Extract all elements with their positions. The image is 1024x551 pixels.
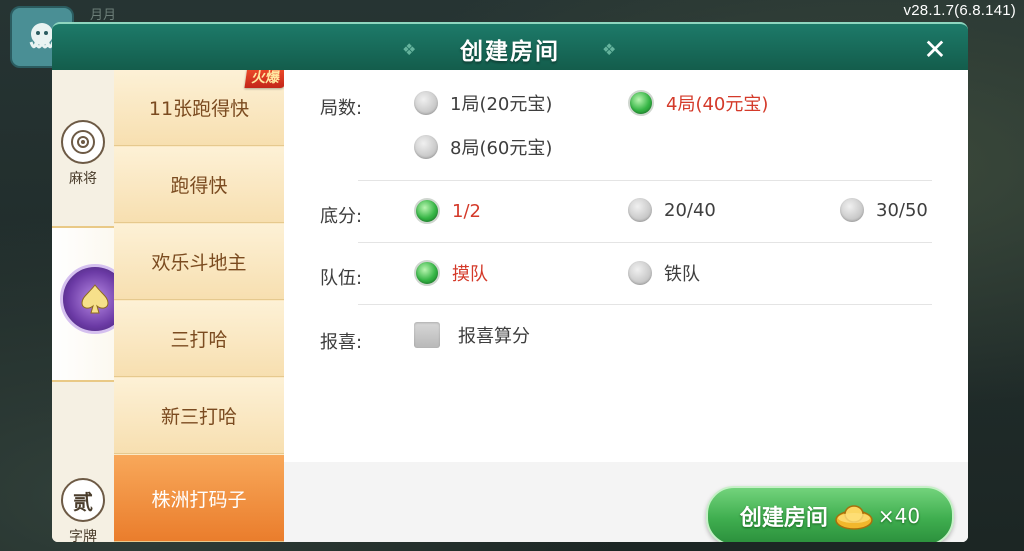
option-label: 1/2 — [452, 200, 481, 222]
dialog-body: 麻将 贰 字牌 11张跑得快 火爆 跑得快 欢乐斗地主 三打哈 新三打哈 株洲打… — [52, 70, 968, 542]
game-item-paodekuai[interactable]: 跑得快 — [114, 147, 284, 223]
base-score-label: 底分: — [320, 206, 363, 227]
dialog-title: 创建房间 — [460, 39, 560, 65]
create-room-label: 创建房间 — [739, 506, 828, 531]
option-label: 摸队 — [452, 264, 488, 285]
base-score-option-20-40[interactable]: 20/40 — [628, 198, 716, 222]
option-label: 20/40 — [664, 199, 716, 221]
gold-ingot-icon — [835, 505, 873, 530]
option-label: 铁队 — [664, 264, 700, 285]
base-score-option-1-2[interactable]: 1/2 — [414, 198, 481, 224]
base-score-option-30-50[interactable]: 30/50 — [840, 198, 928, 222]
team-option-tiedui[interactable]: 铁队 — [628, 260, 700, 286]
game-label: 跑得快 — [170, 175, 228, 197]
version-label: v28.1.7(6.8.141) — [903, 2, 1016, 19]
option-label: 4局(40元宝) — [666, 94, 769, 115]
game-item-11-paodekuai[interactable]: 11张跑得快 火爆 — [114, 70, 288, 146]
game-label: 欢乐斗地主 — [151, 252, 247, 274]
radio-icon — [628, 261, 652, 285]
game-label: 株洲打码子 — [151, 488, 247, 511]
category-sidebar: 麻将 贰 字牌 — [52, 70, 144, 542]
team-label: 队伍: — [320, 268, 363, 289]
game-list: 11张跑得快 火爆 跑得快 欢乐斗地主 三打哈 新三打哈 株洲打码子 — [114, 70, 288, 542]
divider — [358, 180, 932, 181]
radio-selected-icon — [414, 260, 440, 286]
create-room-button[interactable]: 创建房间 ×40 — [706, 486, 954, 542]
create-room-dialog: ❖ ❖ 创建房间 ✕ 麻将 贰 字牌 11张跑得快 火爆 跑得快 欢乐斗地主 三… — [52, 22, 968, 542]
bonus-label: 报喜: — [320, 332, 363, 353]
radio-icon — [628, 198, 652, 222]
option-label: 8局(60元宝) — [450, 138, 553, 159]
game-label: 三打哈 — [170, 329, 228, 351]
radio-icon — [414, 91, 438, 115]
divider — [358, 242, 932, 243]
radio-icon — [414, 135, 438, 159]
game-item-huanle-doudizhu[interactable]: 欢乐斗地主 — [114, 224, 284, 300]
game-item-sandaha[interactable]: 三打哈 — [114, 301, 284, 377]
checkbox-icon — [414, 322, 440, 348]
player-name: 月月 — [90, 8, 117, 23]
team-option-modui[interactable]: 摸队 — [414, 260, 488, 286]
divider — [358, 304, 932, 305]
category-label: 麻将 — [69, 171, 97, 187]
game-label: 新三打哈 — [160, 406, 237, 428]
radio-selected-icon — [628, 90, 654, 116]
mahjong-icon — [61, 120, 105, 164]
cost-label: ×40 — [877, 504, 921, 528]
rounds-label: 局数: — [320, 98, 363, 119]
game-item-xin-sandaha[interactable]: 新三打哈 — [114, 378, 284, 454]
option-label: 1局(20元宝) — [450, 94, 553, 115]
dialog-footer: 创建房间 ×40 — [284, 462, 968, 542]
rounds-option-8[interactable]: 8局(60元宝) — [414, 134, 552, 160]
hot-badge: 火爆 — [244, 70, 288, 88]
rounds-option-1[interactable]: 1局(20元宝) — [414, 90, 552, 116]
checkbox-label: 报喜算分 — [458, 326, 530, 347]
bonus-score-checkbox[interactable]: 报喜算分 — [414, 322, 530, 348]
radio-selected-icon — [414, 198, 440, 224]
category-label: 字牌 — [69, 529, 97, 542]
option-label: 30/50 — [876, 199, 928, 221]
close-button[interactable]: ✕ — [920, 36, 950, 66]
category-zipai[interactable]: 贰 字牌 — [52, 478, 114, 542]
rounds-option-4[interactable]: 4局(40元宝) — [628, 90, 768, 116]
zipai-icon: 贰 — [61, 478, 105, 522]
radio-icon — [840, 198, 864, 222]
category-mahjong[interactable]: 麻将 — [52, 120, 114, 188]
game-label: 11张跑得快 — [148, 98, 250, 120]
game-item-zhuzhou-damazi[interactable]: 株洲打码子 — [114, 455, 284, 542]
dialog-header: ❖ ❖ 创建房间 ✕ — [52, 22, 968, 76]
